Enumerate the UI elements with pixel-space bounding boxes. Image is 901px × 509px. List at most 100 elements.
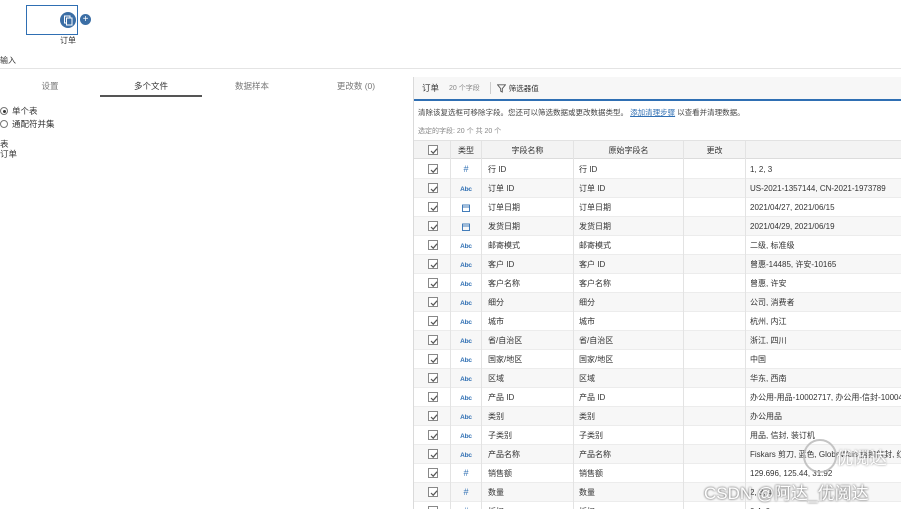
table-row[interactable]: Abc 客户 ID 客户 ID 曾惠-14485, 许安-10165 — [414, 255, 901, 274]
string-type-icon[interactable]: Abc — [451, 445, 482, 464]
field-name-cell[interactable]: 城市 — [482, 312, 574, 331]
include-field-cell[interactable] — [414, 198, 451, 217]
include-field-cell[interactable] — [414, 483, 451, 502]
include-field-cell[interactable] — [414, 255, 451, 274]
field-name-cell[interactable]: 客户 ID — [482, 255, 574, 274]
string-type-icon[interactable]: Abc — [451, 274, 482, 293]
table-row[interactable]: # 行 ID 行 ID 1, 2, 3 — [414, 160, 901, 179]
table-row[interactable]: Abc 区域 区域 华东, 西南 — [414, 369, 901, 388]
option-wildcard-union[interactable]: 通配符并集 — [0, 118, 55, 130]
table-row[interactable]: Abc 细分 细分 公司, 消费者 — [414, 293, 901, 312]
date-type-icon[interactable] — [451, 198, 482, 217]
number-type-icon[interactable]: # — [451, 502, 482, 509]
include-field-cell[interactable] — [414, 426, 451, 445]
string-type-icon[interactable]: Abc — [451, 426, 482, 445]
field-name-cell[interactable]: 产品名称 — [482, 445, 574, 464]
add-clean-step-link[interactable]: 添加清理步骤 — [630, 108, 675, 117]
include-field-cell[interactable] — [414, 160, 451, 179]
include-field-checkbox[interactable] — [428, 468, 438, 478]
radio-checked-icon[interactable] — [0, 107, 8, 115]
field-name-cell[interactable]: 客户名称 — [482, 274, 574, 293]
include-field-cell[interactable] — [414, 312, 451, 331]
string-type-icon[interactable]: Abc — [451, 255, 482, 274]
table-row[interactable]: 发货日期 发货日期 2021/04/29, 2021/06/19 — [414, 217, 901, 236]
tab-multiple-files[interactable]: 多个文件 — [100, 75, 202, 97]
string-type-icon[interactable]: Abc — [451, 179, 482, 198]
include-field-checkbox[interactable] — [428, 354, 438, 364]
include-field-checkbox[interactable] — [428, 259, 438, 269]
include-field-cell[interactable] — [414, 369, 451, 388]
include-field-cell[interactable] — [414, 464, 451, 483]
header-field-name[interactable]: 字段名称 — [482, 141, 574, 160]
tab-settings[interactable]: 设置 — [0, 75, 100, 97]
string-type-icon[interactable]: Abc — [451, 388, 482, 407]
include-field-checkbox[interactable] — [428, 430, 438, 440]
table-row[interactable]: Abc 省/自治区 省/自治区 浙江, 四川 — [414, 331, 901, 350]
table-row[interactable]: 订单日期 订单日期 2021/04/27, 2021/06/15 — [414, 198, 901, 217]
include-field-cell[interactable] — [414, 217, 451, 236]
field-name-cell[interactable]: 订单 ID — [482, 179, 574, 198]
string-type-icon[interactable]: Abc — [451, 312, 482, 331]
add-step-plus-icon[interactable]: + — [80, 14, 91, 25]
include-field-cell[interactable] — [414, 274, 451, 293]
include-field-cell[interactable] — [414, 407, 451, 426]
string-type-icon[interactable]: Abc — [451, 407, 482, 426]
header-original-name[interactable]: 原始字段名 — [574, 141, 684, 160]
tab-data-sample[interactable]: 数据样本 — [202, 75, 302, 97]
include-field-checkbox[interactable] — [428, 487, 438, 497]
include-field-checkbox[interactable] — [428, 297, 438, 307]
header-sample[interactable] — [746, 141, 901, 160]
include-field-cell[interactable] — [414, 350, 451, 369]
file-input-icon[interactable] — [60, 12, 76, 28]
string-type-icon[interactable]: Abc — [451, 331, 482, 350]
include-field-checkbox[interactable] — [428, 278, 438, 288]
field-name-cell[interactable]: 省/自治区 — [482, 331, 574, 350]
field-name-cell[interactable]: 数量 — [482, 483, 574, 502]
tab-changes[interactable]: 更改数 (0) — [302, 75, 410, 97]
table-value[interactable]: 订单 — [0, 148, 17, 160]
include-field-cell[interactable] — [414, 445, 451, 464]
select-all-cell[interactable] — [414, 141, 451, 160]
include-field-checkbox[interactable] — [428, 335, 438, 345]
include-field-checkbox[interactable] — [428, 240, 438, 250]
include-field-cell[interactable] — [414, 388, 451, 407]
string-type-icon[interactable]: Abc — [451, 236, 482, 255]
table-row[interactable]: Abc 客户名称 客户名称 曾惠, 许安 — [414, 274, 901, 293]
header-change[interactable]: 更改 — [684, 141, 746, 160]
field-name-cell[interactable]: 区域 — [482, 369, 574, 388]
field-name-cell[interactable]: 国家/地区 — [482, 350, 574, 369]
include-field-checkbox[interactable] — [428, 449, 438, 459]
table-row[interactable]: Abc 城市 城市 杭州, 内江 — [414, 312, 901, 331]
field-name-cell[interactable]: 订单日期 — [482, 198, 574, 217]
include-field-cell[interactable] — [414, 179, 451, 198]
include-field-cell[interactable] — [414, 236, 451, 255]
include-field-checkbox[interactable] — [428, 164, 438, 174]
include-field-checkbox[interactable] — [428, 411, 438, 421]
number-type-icon[interactable]: # — [451, 483, 482, 502]
string-type-icon[interactable]: Abc — [451, 293, 482, 312]
field-name-cell[interactable]: 细分 — [482, 293, 574, 312]
field-name-cell[interactable]: 产品 ID — [482, 388, 574, 407]
include-field-checkbox[interactable] — [428, 202, 438, 212]
option-single-table[interactable]: 单个表 — [0, 105, 38, 117]
field-name-cell[interactable]: 邮寄模式 — [482, 236, 574, 255]
field-name-cell[interactable]: 行 ID — [482, 160, 574, 179]
field-name-cell[interactable]: 折扣 — [482, 502, 574, 509]
string-type-icon[interactable]: Abc — [451, 350, 482, 369]
include-field-cell[interactable] — [414, 293, 451, 312]
select-all-checkbox[interactable] — [428, 145, 438, 155]
field-name-cell[interactable]: 类别 — [482, 407, 574, 426]
include-field-checkbox[interactable] — [428, 316, 438, 326]
table-row[interactable]: Abc 产品 ID 产品 ID 办公用-用品-10002717, 办公用-信封-100… — [414, 388, 901, 407]
include-field-checkbox[interactable] — [428, 183, 438, 193]
table-row[interactable]: Abc 类别 类别 办公用品 — [414, 407, 901, 426]
include-field-cell[interactable] — [414, 331, 451, 350]
field-name-cell[interactable]: 发货日期 — [482, 217, 574, 236]
include-field-checkbox[interactable] — [428, 221, 438, 231]
include-field-cell[interactable] — [414, 502, 451, 509]
string-type-icon[interactable]: Abc — [451, 369, 482, 388]
filter-values-button[interactable]: 筛选器值 — [496, 83, 539, 94]
date-type-icon[interactable] — [451, 217, 482, 236]
field-name-cell[interactable]: 子类别 — [482, 426, 574, 445]
table-row[interactable]: Abc 国家/地区 国家/地区 中国 — [414, 350, 901, 369]
